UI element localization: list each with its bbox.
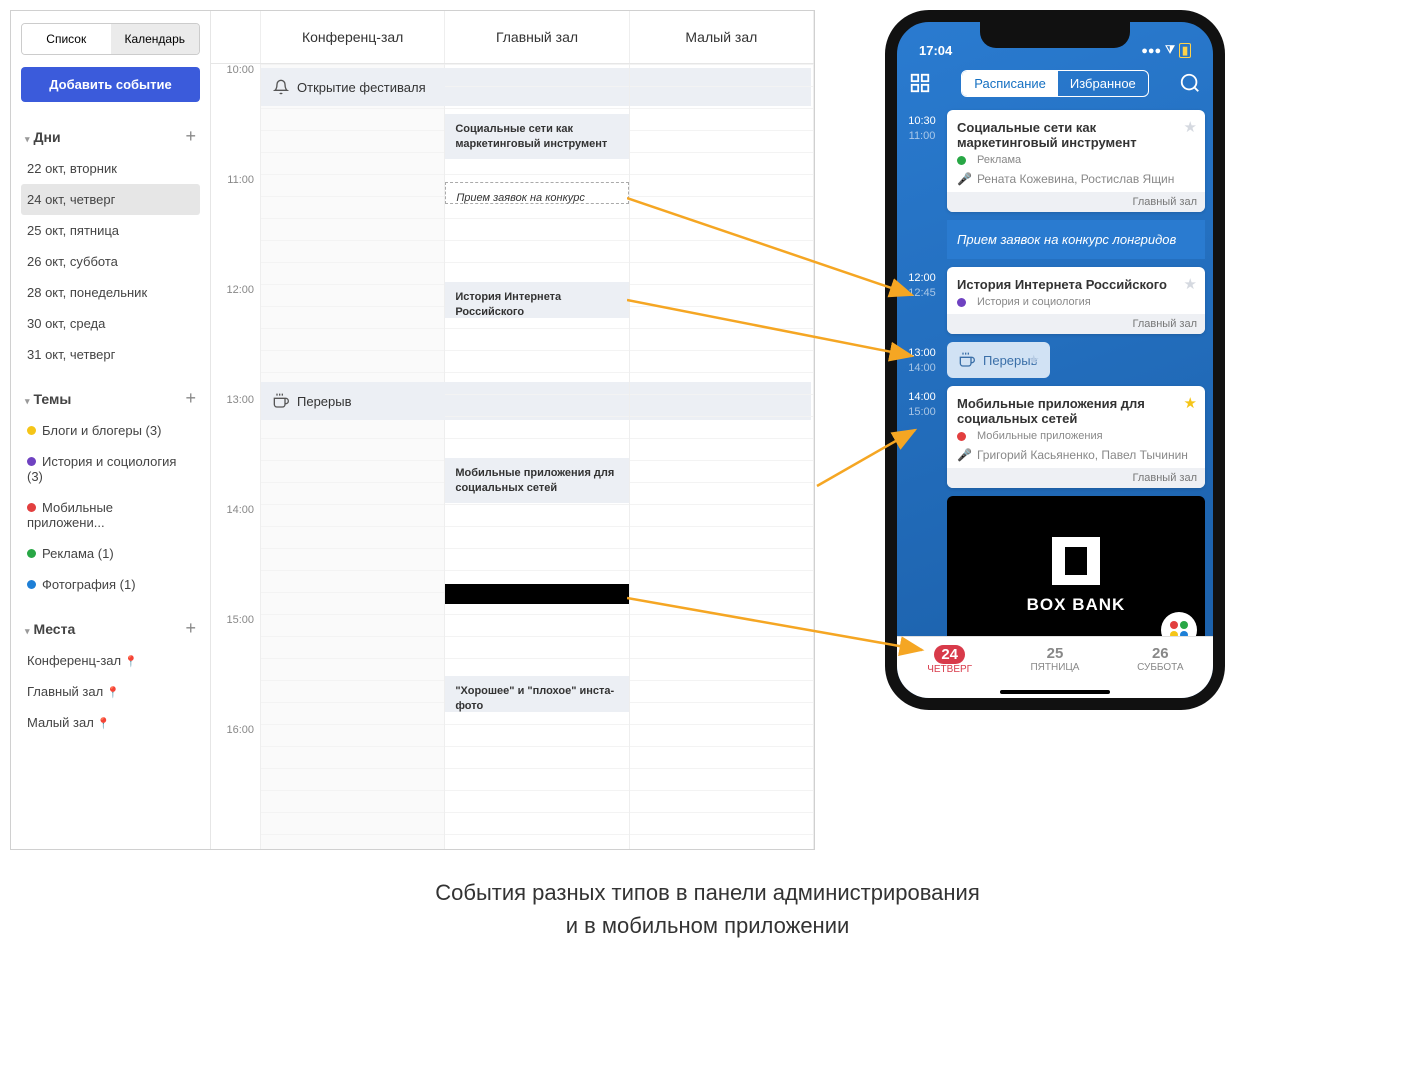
day-tab[interactable]: 24ЧЕТВЕРГ xyxy=(897,637,1002,698)
room-col-main[interactable]: Социальные сети как маркетинговый инстру… xyxy=(445,64,629,849)
calendar-view: Конференц-зал Главный зал Малый зал 10:0… xyxy=(211,11,814,849)
event-social[interactable]: Социальные сети как маркетинговый инстру… xyxy=(445,114,628,159)
banner-event[interactable]: Прием заявок на конкурс лонгридов xyxy=(947,220,1205,259)
section-places-header[interactable]: ▾Места + xyxy=(21,612,200,645)
theme-item[interactable]: Реклама (1) xyxy=(21,538,200,569)
event-applications[interactable]: Прием заявок на конкурс xyxy=(445,182,628,204)
bell-icon xyxy=(273,79,289,95)
place-item[interactable]: Малый зал📍 xyxy=(21,707,200,738)
phone-body[interactable]: 10:3011:00 ★ Социальные сети как маркети… xyxy=(897,106,1213,636)
fab-button[interactable] xyxy=(1161,612,1197,636)
time-label: 10:3011:00 xyxy=(897,106,947,216)
event-card[interactable]: ★ Социальные сети как маркетинговый инст… xyxy=(947,110,1205,212)
plus-icon[interactable]: + xyxy=(185,618,196,639)
star-icon[interactable]: ★ xyxy=(1184,275,1197,293)
event-card[interactable]: ★ История Интернета Российского История … xyxy=(947,267,1205,334)
pin-icon: 📍 xyxy=(97,718,111,730)
phone-nav: Расписание Избранное xyxy=(897,60,1213,106)
plus-icon[interactable]: + xyxy=(185,388,196,409)
day-item[interactable]: 26 окт, суббота xyxy=(21,246,200,277)
room-header: Малый зал xyxy=(630,11,814,63)
theme-item[interactable]: Мобильные приложени... xyxy=(21,492,200,538)
time-label: 14:0015:00 xyxy=(897,382,947,492)
event-history[interactable]: История Интернета Российского xyxy=(445,282,628,318)
view-toggle: Список Календарь xyxy=(21,23,200,55)
plus-icon[interactable]: + xyxy=(185,126,196,147)
place-item[interactable]: Конференц-зал📍 xyxy=(21,645,200,676)
day-item[interactable]: 31 окт, четверг xyxy=(21,339,200,370)
status-icons: ●●● ⧩ ▮ xyxy=(1141,43,1191,58)
star-icon[interactable]: ★ xyxy=(1184,394,1197,412)
sidebar: Список Календарь Добавить событие ▾Дни +… xyxy=(11,11,211,849)
places-list: Конференц-зал📍 Главный зал📍 Малый зал📍 xyxy=(21,645,200,738)
event-mobile[interactable]: Мобильные приложения для социальных сете… xyxy=(445,458,628,503)
toggle-calendar[interactable]: Календарь xyxy=(111,24,200,54)
toggle-list[interactable]: Список xyxy=(22,24,111,54)
star-icon[interactable]: ★ xyxy=(1028,352,1040,368)
mic-icon: 🎤 xyxy=(957,448,972,462)
break-card[interactable]: Перерыв ★ xyxy=(947,342,1050,378)
phone-mockup: 17:04 ●●● ⧩ ▮ Расписание Избранное 10:30… xyxy=(885,10,1225,710)
admin-panel: Список Календарь Добавить событие ▾Дни +… xyxy=(10,10,815,850)
time-gutter: 10:00 11:00 12:00 13:00 14:00 15:00 16:0… xyxy=(211,64,261,849)
ad-logo xyxy=(1052,537,1100,585)
grid-icon[interactable] xyxy=(909,72,931,94)
room-col-small[interactable] xyxy=(630,64,814,849)
themes-list: Блоги и блогеры (3) История и социология… xyxy=(21,415,200,600)
wifi-icon: ⧩ xyxy=(1165,44,1175,57)
figure-caption: События разных типов в панели администри… xyxy=(10,876,1405,942)
day-item[interactable]: 22 окт, вторник xyxy=(21,153,200,184)
room-header: Конференц-зал xyxy=(261,11,445,63)
day-tab[interactable]: 26СУББОТА xyxy=(1108,637,1213,698)
ad-banner[interactable]: BOX BANK xyxy=(947,496,1205,636)
pin-icon: 📍 xyxy=(106,687,120,699)
day-item[interactable]: 28 окт, понедельник xyxy=(21,277,200,308)
event-card[interactable]: ★ Мобильные приложения для социальных се… xyxy=(947,386,1205,488)
days-list: 22 окт, вторник 24 окт, четверг 25 окт, … xyxy=(21,153,200,370)
search-icon[interactable] xyxy=(1179,72,1201,94)
event-black[interactable] xyxy=(445,584,628,604)
home-indicator xyxy=(1000,690,1110,694)
coffee-icon xyxy=(273,393,289,409)
phone-bottom-tabs: 24ЧЕТВЕРГ 25ПЯТНИЦА 26СУББОТА xyxy=(897,636,1213,698)
seg-favorites[interactable]: Избранное xyxy=(1058,71,1148,96)
signal-icon: ●●● xyxy=(1141,45,1161,57)
time-label: 13:0014:00 xyxy=(897,338,947,382)
theme-item[interactable]: Блоги и блогеры (3) xyxy=(21,415,200,446)
event-insta[interactable]: "Хорошее" и "плохое" инста-фото xyxy=(445,676,628,712)
phone-notch xyxy=(980,22,1130,48)
seg-schedule[interactable]: Расписание xyxy=(962,71,1058,96)
theme-item[interactable]: Фотография (1) xyxy=(21,569,200,600)
room-col-conf[interactable]: Открытие фестиваля Перерыв xyxy=(261,64,445,849)
day-item[interactable]: 25 окт, пятница xyxy=(21,215,200,246)
place-item[interactable]: Главный зал📍 xyxy=(21,676,200,707)
coffee-icon xyxy=(959,352,975,368)
mic-icon: 🎤 xyxy=(957,172,972,186)
pin-icon: 📍 xyxy=(124,656,138,668)
battery-icon: ▮ xyxy=(1179,43,1191,58)
room-header: Главный зал xyxy=(445,11,629,63)
section-days-header[interactable]: ▾Дни + xyxy=(21,120,200,153)
star-icon[interactable]: ★ xyxy=(1184,118,1197,136)
theme-item[interactable]: История и социология (3) xyxy=(21,446,200,492)
day-tab[interactable]: 25ПЯТНИЦА xyxy=(1002,637,1107,698)
day-item[interactable]: 24 окт, четверг xyxy=(21,184,200,215)
add-event-button[interactable]: Добавить событие xyxy=(21,67,200,102)
time-label: 12:0012:45 xyxy=(897,263,947,338)
section-themes-header[interactable]: ▾Темы + xyxy=(21,382,200,415)
day-item[interactable]: 30 окт, среда xyxy=(21,308,200,339)
segment-control: Расписание Избранное xyxy=(961,70,1149,97)
